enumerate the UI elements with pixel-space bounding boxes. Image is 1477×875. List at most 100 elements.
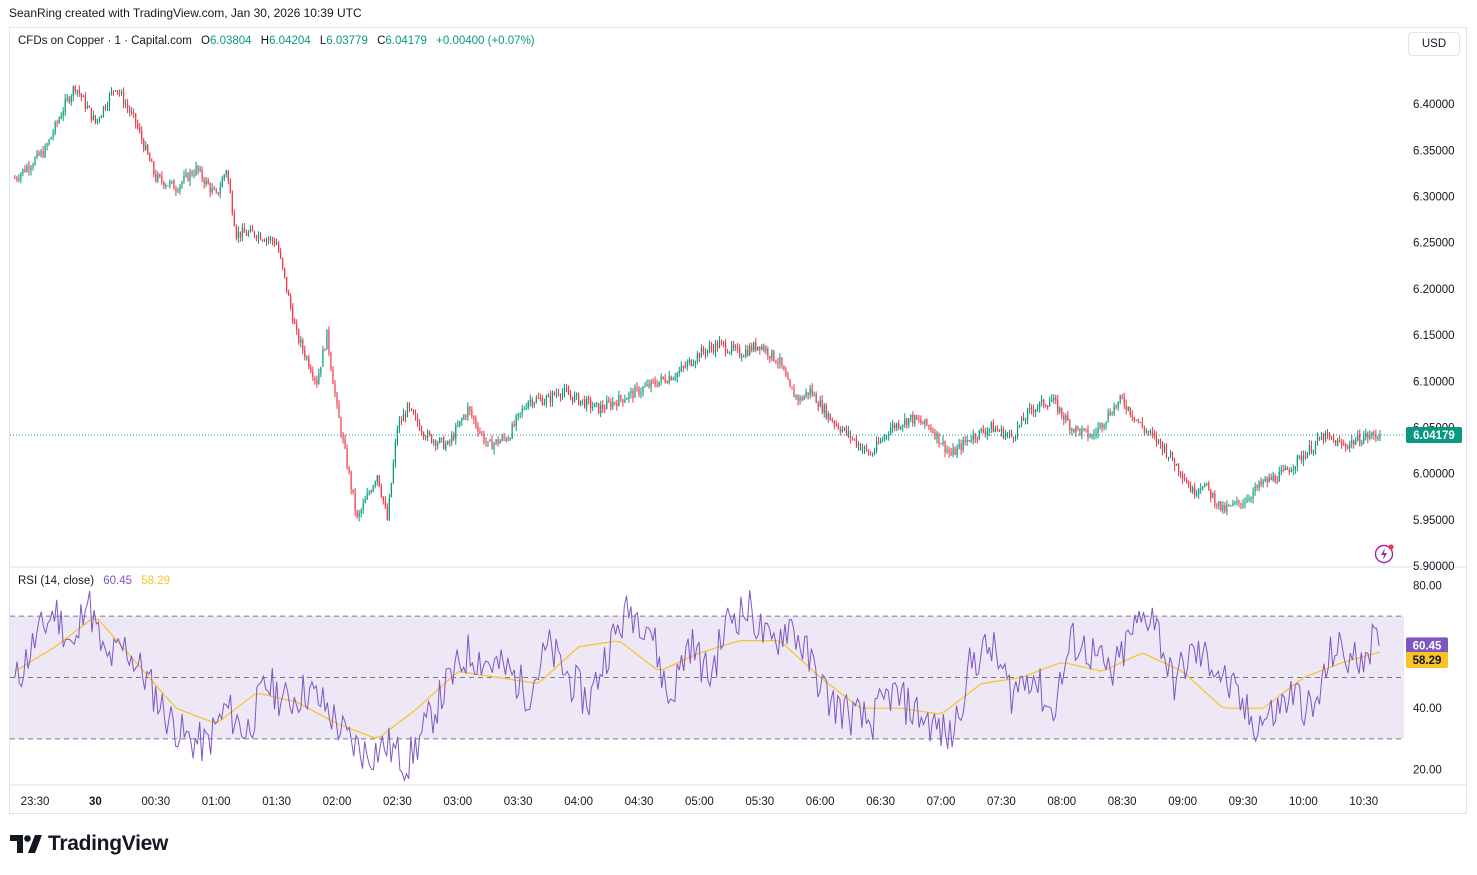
candle-body: [207, 179, 209, 185]
candle-body: [666, 382, 668, 384]
candle-body: [1006, 433, 1009, 435]
candle-body: [1000, 428, 1002, 432]
candle-body: [533, 402, 535, 406]
candle-body: [1262, 480, 1264, 485]
candle-body: [445, 444, 447, 449]
candle-body: [900, 426, 902, 429]
candle-body: [622, 399, 624, 403]
candle-body: [1363, 436, 1365, 443]
candle-body: [165, 185, 167, 187]
candle-body: [1218, 501, 1220, 506]
time-axis-tick-label: 08:30: [1108, 796, 1137, 808]
candle-body: [96, 119, 99, 123]
candle-body: [511, 424, 513, 439]
candle-body: [1290, 469, 1292, 473]
candle-body: [1222, 505, 1224, 511]
candle-body: [930, 426, 932, 430]
time-axis-tick-label: 05:30: [745, 796, 774, 808]
candle-body: [296, 323, 298, 330]
candle-body: [704, 351, 707, 355]
chart-canvas[interactable]: 6.40000 6.35000 6.30000 6.25000 6.20000 6.150…: [0, 0, 1477, 875]
candle-body: [1355, 440, 1357, 445]
candle-body: [841, 429, 843, 432]
candle-body: [286, 276, 288, 292]
rsi-axis-tick-label: 40.00: [1413, 703, 1442, 715]
price-axis-tick-label: 6.35000: [1413, 145, 1455, 157]
candle-body: [209, 184, 211, 193]
candle-body: [1137, 419, 1139, 422]
candle-body: [712, 348, 715, 353]
candle-body: [280, 252, 282, 259]
candle-body: [1200, 488, 1202, 490]
candle-body: [473, 416, 475, 420]
candle-body: [678, 371, 680, 373]
candle-body: [1308, 445, 1311, 453]
candle-body: [1244, 502, 1246, 504]
candle-body: [1163, 446, 1166, 451]
candle-body: [555, 393, 558, 395]
time-axis-tick-label: 03:30: [504, 796, 533, 808]
candle-body: [869, 454, 872, 456]
candle-body: [68, 97, 70, 103]
candle-body: [26, 166, 28, 172]
tradingview-brand[interactable]: TradingView: [10, 832, 168, 856]
rsi-legend[interactable]: RSI (14, close) 60.45 58.29: [18, 575, 170, 587]
candle-body: [404, 414, 407, 418]
candle-body: [700, 347, 703, 358]
candle-body: [505, 438, 507, 441]
candle-body: [455, 426, 457, 440]
candle-body: [873, 450, 876, 454]
candle-body: [1298, 455, 1300, 457]
flash-alert-icon[interactable]: [1374, 543, 1396, 570]
candle-body: [857, 443, 860, 447]
time-axis-tick-label: 05:00: [685, 796, 714, 808]
candle-body: [807, 392, 809, 395]
symbol-legend[interactable]: CFDs on Copper · 1 · Capital.com O6.0380…: [18, 35, 535, 47]
candle-body: [1310, 445, 1313, 454]
candle-body: [853, 438, 856, 440]
candle-body: [40, 151, 42, 156]
candle-body: [749, 345, 751, 356]
candle-body: [739, 347, 741, 358]
candle-body: [412, 409, 415, 414]
last-price-label: 6.04179: [1413, 430, 1455, 442]
candle-body: [1101, 423, 1103, 428]
candle-body: [80, 93, 82, 98]
candle-body: [942, 441, 944, 445]
candle-body: [1047, 406, 1049, 408]
candle-body: [94, 115, 96, 123]
candle-body: [594, 403, 596, 408]
candle-body: [127, 104, 129, 109]
symbol-name[interactable]: CFDs on Copper · 1 · Capital.com: [18, 35, 192, 47]
candle-body: [1343, 444, 1345, 446]
time-axis-tick-label: 30: [89, 796, 102, 808]
candle-body: [161, 176, 163, 182]
candle-body: [573, 394, 576, 402]
candle-body: [471, 410, 473, 417]
candle-body: [70, 96, 72, 103]
candle-body: [181, 181, 183, 186]
candle-body: [886, 435, 888, 437]
candle-body: [569, 395, 572, 397]
candle-body: [698, 353, 700, 358]
candle-body: [817, 403, 819, 407]
price-axis-tick-label: 6.30000: [1413, 192, 1455, 204]
candle-body: [74, 86, 76, 92]
candle-body: [1318, 437, 1321, 440]
candle-body: [173, 181, 175, 190]
candle-body: [978, 429, 980, 439]
candle-body: [1202, 486, 1204, 489]
candle-body: [771, 350, 773, 359]
currency-button[interactable]: USD: [1408, 32, 1460, 56]
candle-body: [1224, 505, 1226, 512]
candle-body: [602, 405, 604, 409]
candle-body: [1232, 502, 1234, 506]
candle-body: [845, 427, 847, 434]
price-axis-tick-label: 6.00000: [1413, 469, 1455, 481]
candle-body: [1067, 415, 1069, 421]
candle-body: [1226, 505, 1228, 512]
candle-body: [974, 433, 976, 439]
candle-body: [578, 393, 580, 405]
candle-body: [1075, 426, 1077, 433]
rsi-label[interactable]: RSI (14, close): [18, 575, 94, 587]
